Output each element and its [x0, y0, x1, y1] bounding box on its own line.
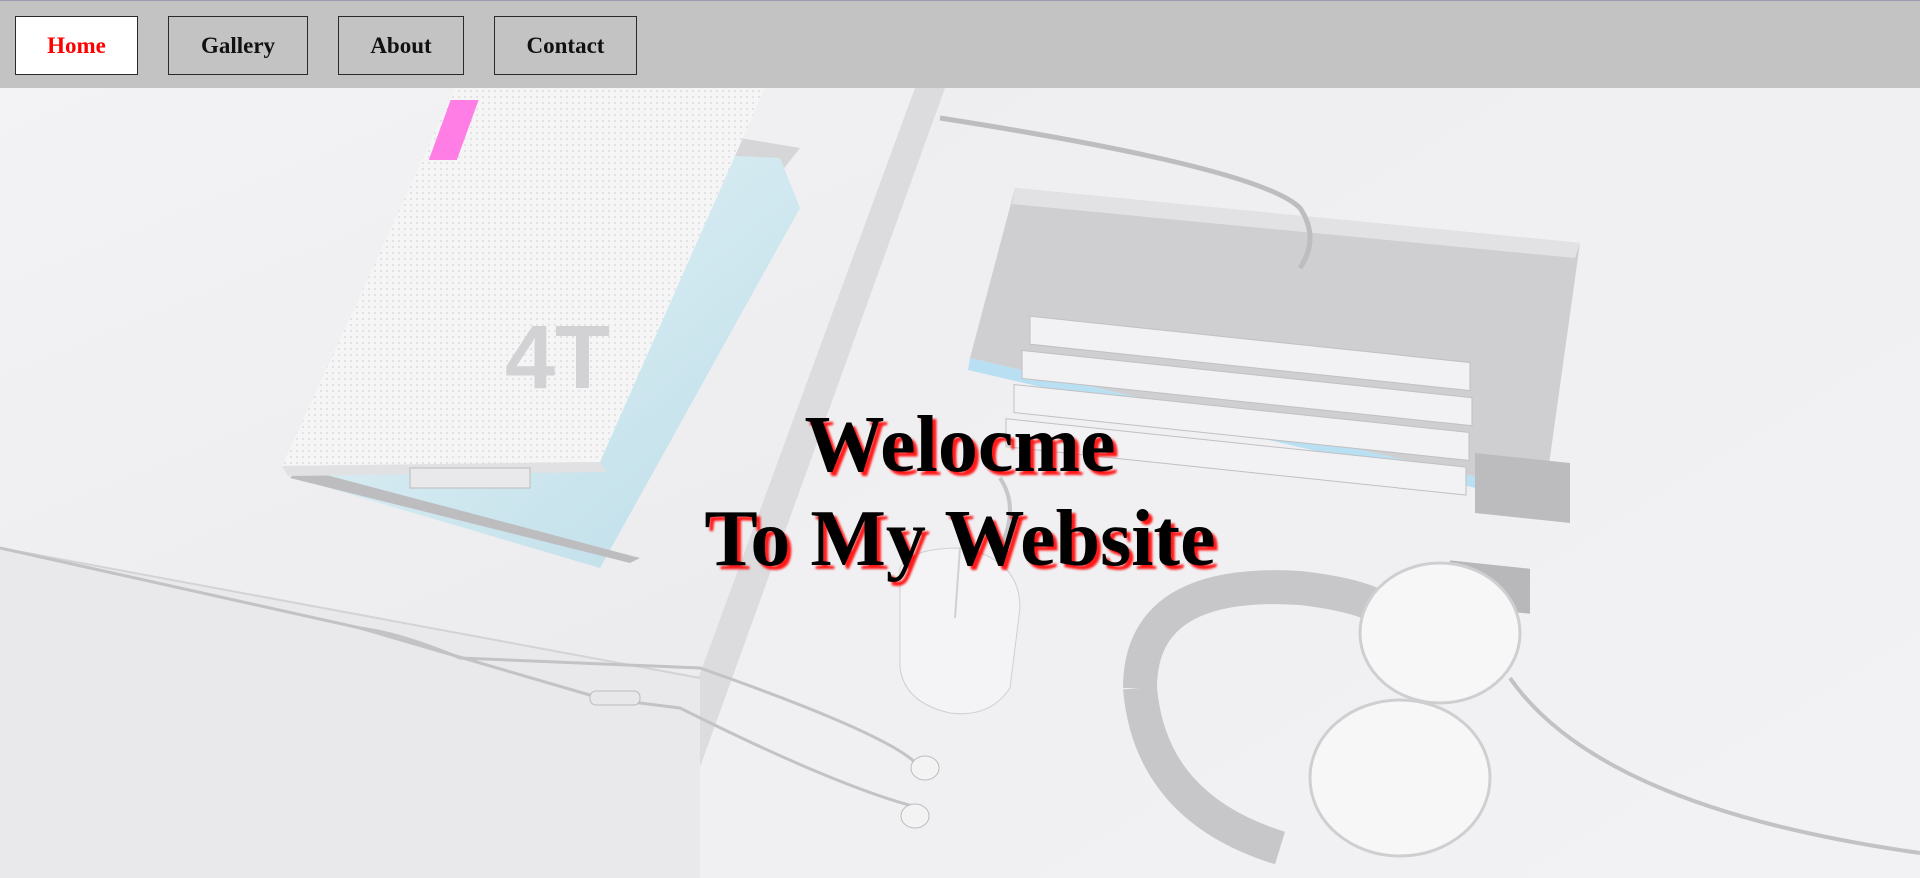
welcome-line-2: To My Website: [704, 495, 1216, 583]
top-nav-bar: Home Gallery About Contact: [0, 0, 1920, 88]
welcome-headline: Welocme To My Website: [0, 398, 1920, 586]
nav-about-button[interactable]: About: [338, 16, 464, 75]
nav-home-button[interactable]: Home: [15, 16, 138, 75]
svg-text:4T: 4T: [505, 308, 610, 408]
hero-section: 4T Welocme To My Website: [0, 88, 1920, 878]
nav-contact-button[interactable]: Contact: [494, 16, 637, 75]
welcome-line-1: Welocme: [804, 401, 1116, 489]
nav-gallery-button[interactable]: Gallery: [168, 16, 308, 75]
